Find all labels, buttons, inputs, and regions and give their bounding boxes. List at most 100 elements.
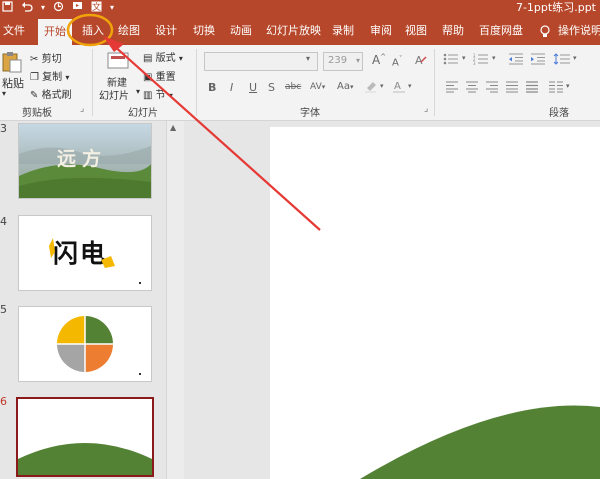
font-color-dropdown-icon[interactable]: ▾ <box>408 82 412 90</box>
new-slide-dropdown-icon[interactable]: ▾ <box>136 87 140 96</box>
bold-button[interactable]: B <box>208 81 216 94</box>
char-spacing-button[interactable]: AV▾ <box>310 82 325 92</box>
line-spacing-icon[interactable] <box>553 53 571 68</box>
align-center-icon[interactable] <box>465 81 479 96</box>
underline-button[interactable]: U <box>249 81 257 94</box>
slide-thumbnail-3[interactable]: 远方 <box>18 123 152 199</box>
tab-insert[interactable]: 插入 <box>82 15 104 45</box>
decrease-indent-icon[interactable] <box>508 53 524 68</box>
font-launcher-icon[interactable]: ⌟ <box>424 104 428 114</box>
undo-dropdown-icon[interactable]: ▾ <box>41 3 45 12</box>
lightbulb-icon[interactable] <box>540 15 550 45</box>
align-right-icon[interactable] <box>485 81 499 96</box>
bullets-icon[interactable] <box>443 53 461 68</box>
numbering-icon[interactable]: 123 <box>473 53 491 68</box>
format-painter-label: 格式刷 <box>41 90 72 101</box>
save-icon[interactable] <box>2 0 13 15</box>
new-slide-icon[interactable] <box>107 50 129 72</box>
tab-animations[interactable]: 动画 <box>230 15 252 45</box>
char-spacing-label: AV <box>310 82 322 92</box>
tab-draw[interactable]: 绘图 <box>118 15 140 45</box>
font-size-value: 239 <box>328 55 348 66</box>
grow-font-label: A <box>372 53 381 67</box>
font-group-label: 字体 <box>300 108 320 119</box>
slide-thumbnail-6[interactable] <box>16 397 154 477</box>
scissors-icon: ✂ <box>30 54 39 65</box>
bullets-dropdown-icon[interactable]: ▾ <box>462 54 466 62</box>
svg-text:A: A <box>394 81 401 92</box>
slide-number-selected: 6 <box>0 395 7 408</box>
paste-icon[interactable] <box>2 51 22 73</box>
clear-format-icon[interactable]: A <box>414 53 427 69</box>
slide-thumbnail-5[interactable] <box>18 306 152 382</box>
group-divider <box>92 49 93 116</box>
cut-button[interactable]: ✂ 剪切 <box>30 50 62 65</box>
tab-baidu-netdisk[interactable]: 百度网盘 <box>479 15 523 45</box>
slide-thumbnail-pane[interactable]: 3 远方 4 闪电 5 6 <box>0 121 165 479</box>
grow-font-button[interactable]: A^ <box>372 53 386 67</box>
title-bar: ▾ 文 ▾ 7-1ppt练习.ppt <box>0 0 600 15</box>
increase-indent-icon[interactable] <box>530 53 546 68</box>
slide-editor <box>184 121 600 479</box>
customize-qat-icon[interactable]: ▾ <box>110 3 114 12</box>
svg-text:3: 3 <box>473 61 476 65</box>
layout-dropdown-icon: ▾ <box>178 54 183 63</box>
font-size-field[interactable]: 239 ▾ <box>323 52 363 71</box>
font-name-dropdown-icon[interactable]: ▾ <box>306 54 310 63</box>
tab-design[interactable]: 设计 <box>155 15 177 45</box>
reset-icon: ▣ <box>143 72 153 83</box>
columns-icon[interactable] <box>548 81 564 96</box>
numbering-dropdown-icon[interactable]: ▾ <box>492 54 496 62</box>
paste-dropdown-icon[interactable]: ▾ <box>2 89 6 98</box>
slide-number: 4 <box>0 215 7 228</box>
tab-home[interactable]: 开始 <box>38 19 72 45</box>
strikethrough-button[interactable]: abc <box>285 82 301 92</box>
brush-icon: ✎ <box>30 90 39 101</box>
tab-view[interactable]: 视图 <box>405 15 427 45</box>
reset-button[interactable]: ▣ 重置 <box>143 68 176 83</box>
line-spacing-dropdown-icon[interactable]: ▾ <box>573 54 577 62</box>
thumbnail-scrollbar[interactable]: ▲ <box>166 121 184 479</box>
format-painter-button[interactable]: ✎ 格式刷 <box>30 86 72 101</box>
change-case-button[interactable]: Aa▾ <box>337 81 353 92</box>
tab-slideshow[interactable]: 幻灯片放映 <box>266 15 321 45</box>
section-dropdown-icon: ▾ <box>168 91 173 100</box>
text-icon[interactable]: 文 <box>91 1 102 15</box>
redo-icon[interactable] <box>53 1 64 15</box>
italic-button[interactable]: I <box>230 81 233 94</box>
shrink-font-button[interactable]: Aˇ <box>392 55 402 68</box>
font-color-icon[interactable]: A <box>392 79 406 96</box>
tab-tell-me[interactable]: 操作说明 <box>558 15 600 45</box>
tab-record[interactable]: 录制 <box>332 15 354 45</box>
tab-transitions[interactable]: 切换 <box>193 15 215 45</box>
new-slide-label-2[interactable]: 幻灯片 <box>99 87 129 102</box>
font-size-dropdown-icon: ▾ <box>355 56 360 65</box>
layout-label: 版式 <box>155 53 176 64</box>
tab-help[interactable]: 帮助 <box>442 15 464 45</box>
layout-button[interactable]: ▤ 版式 ▾ <box>143 49 183 64</box>
justify-icon[interactable] <box>505 81 519 96</box>
copy-button[interactable]: ❐ 复制 ▾ <box>30 68 69 83</box>
shadow-button[interactable]: S <box>268 81 275 94</box>
paragraph-group-label: 段落 <box>549 108 569 119</box>
slide-thumbnail-4[interactable]: 闪电 <box>18 215 152 291</box>
start-slideshow-icon[interactable] <box>72 1 83 15</box>
current-slide[interactable] <box>270 127 600 479</box>
scroll-up-icon[interactable]: ▲ <box>170 123 176 132</box>
font-name-field[interactable] <box>204 52 318 71</box>
tab-file[interactable]: 文件 <box>3 15 25 45</box>
clipboard-launcher-icon[interactable]: ⌟ <box>80 104 84 114</box>
distribute-icon[interactable] <box>525 81 539 96</box>
highlight-dropdown-icon[interactable]: ▾ <box>380 82 384 90</box>
section-label: 节 <box>155 90 166 101</box>
slide-number: 3 <box>0 122 7 135</box>
align-left-icon[interactable] <box>445 81 459 96</box>
svg-text:文: 文 <box>92 1 101 12</box>
columns-dropdown-icon[interactable]: ▾ <box>566 82 570 90</box>
tab-review[interactable]: 审阅 <box>370 15 392 45</box>
slides-group-label: 幻灯片 <box>128 108 158 119</box>
undo-icon[interactable] <box>21 1 33 15</box>
section-button[interactable]: ▥ 节 ▾ <box>143 86 173 101</box>
document-title: 7-1ppt练习.ppt <box>515 1 596 14</box>
copy-label: 复制 <box>42 72 63 83</box>
